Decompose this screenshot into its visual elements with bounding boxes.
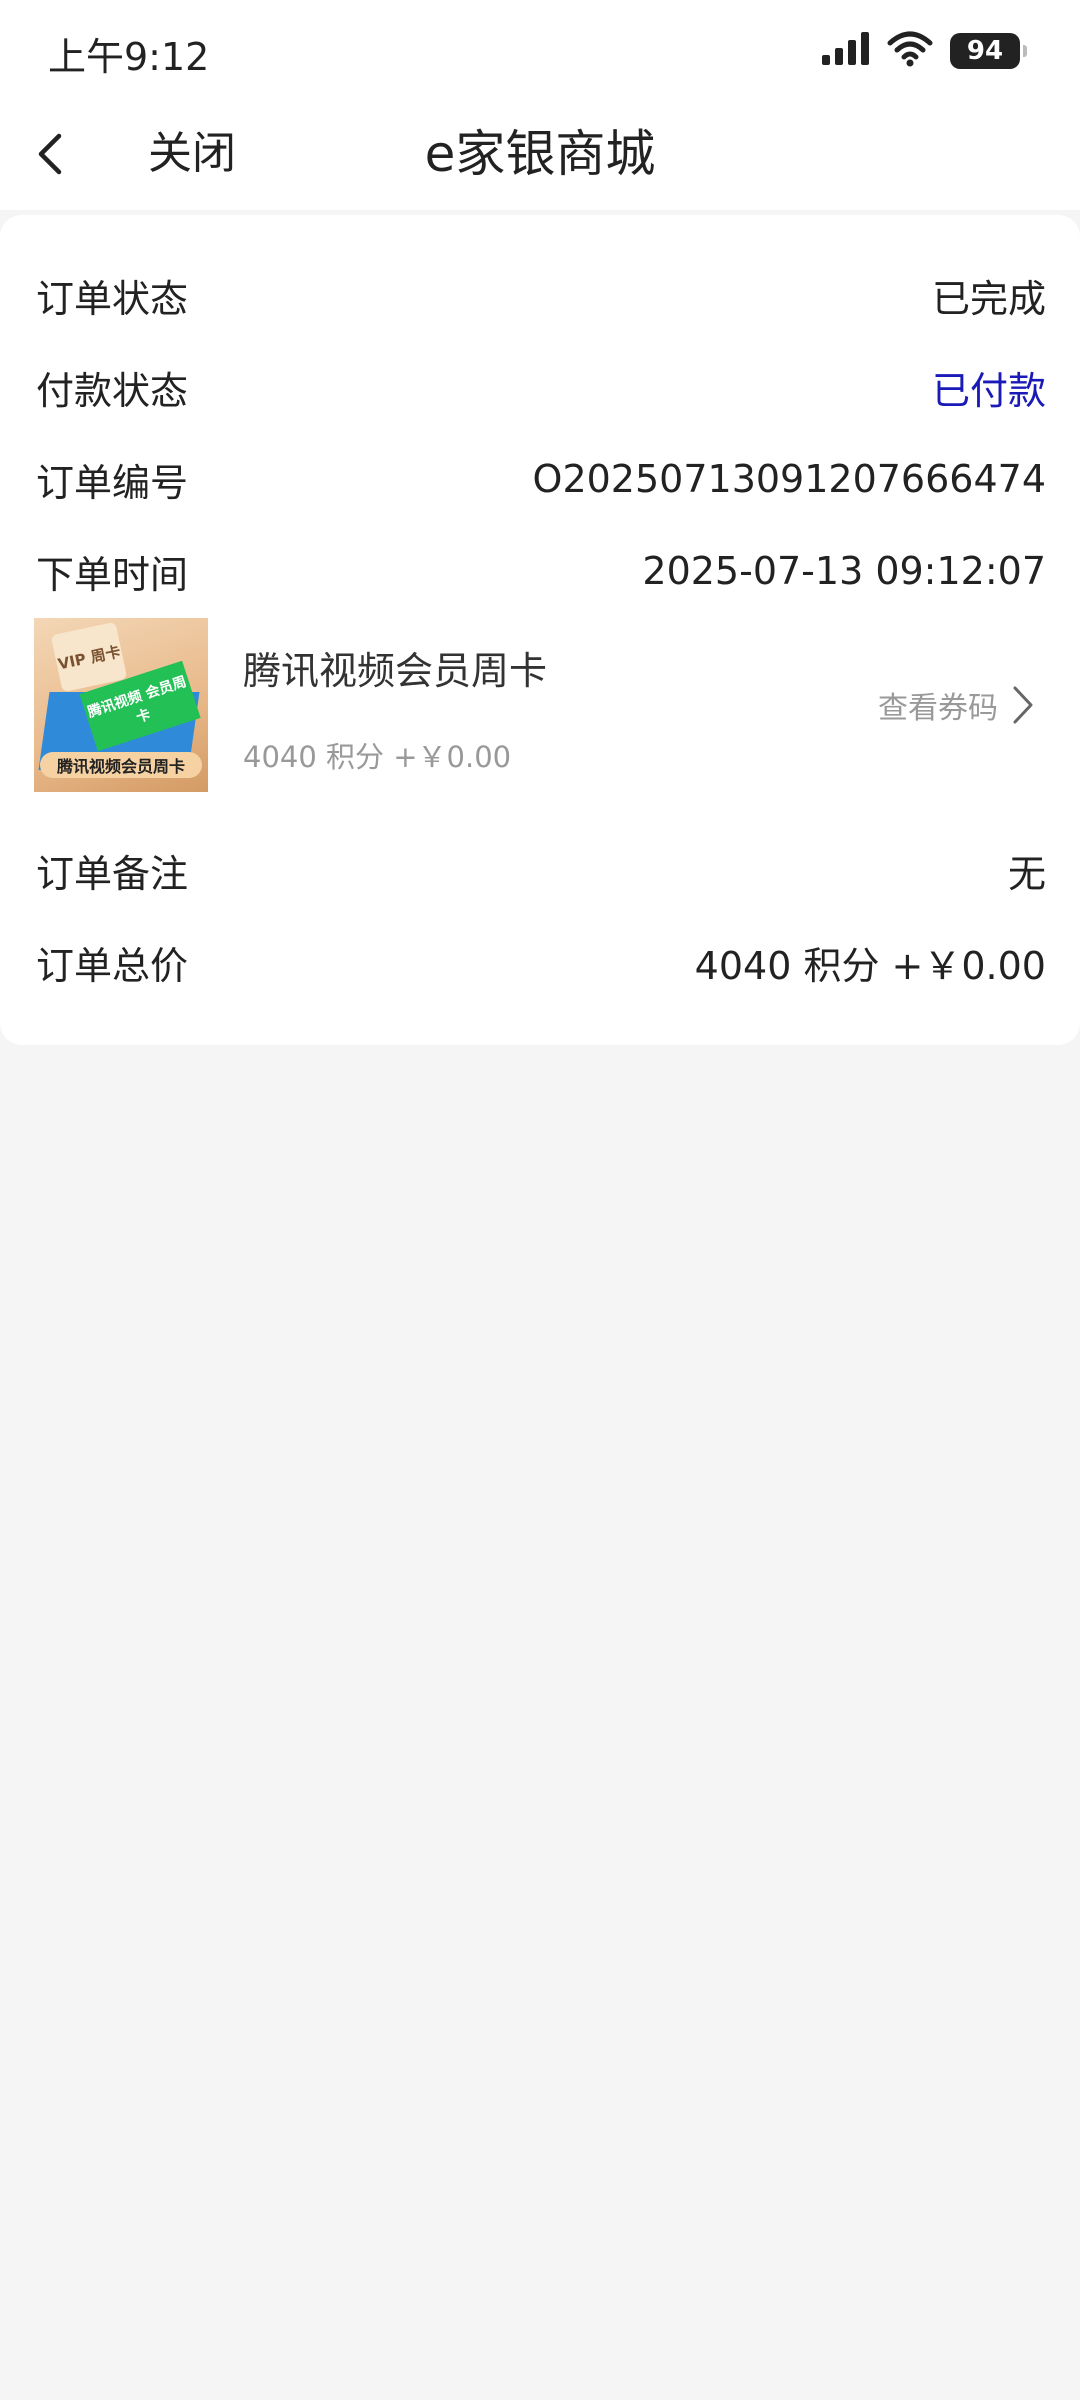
order-status-row: 订单状态 已完成 (36, 265, 1046, 325)
product-item: VIP 周卡 腾讯视频 会员周卡 腾讯视频会员周卡 腾讯视频会员周卡 4040 … (34, 618, 1046, 794)
order-number-row: 订单编号 O20250713091207666474 (36, 449, 1046, 509)
order-time-row: 下单时间 2025-07-13 09:12:07 (36, 541, 1046, 601)
order-detail-card: 订单状态 已完成 付款状态 已付款 订单编号 O2025071309120766… (0, 215, 1080, 1045)
order-remark-row: 订单备注 无 (36, 840, 1046, 900)
order-time-value: 2025-07-13 09:12:07 (642, 549, 1046, 593)
order-remark-label: 订单备注 (36, 851, 189, 896)
nav-bar: e家银商城 关闭 (0, 100, 1080, 210)
signal-icon (820, 31, 870, 71)
status-time: 上午9:12 (48, 35, 210, 79)
battery-icon: 94 (950, 33, 1027, 69)
product-thumbnail: VIP 周卡 腾讯视频 会员周卡 腾讯视频会员周卡 (34, 618, 208, 792)
order-status-label: 订单状态 (36, 276, 189, 321)
wifi-icon (886, 29, 934, 73)
order-time-label: 下单时间 (36, 552, 189, 597)
chevron-right-icon (1013, 686, 1033, 724)
thumb-banner: 腾讯视频会员周卡 (40, 752, 202, 778)
payment-status-row: 付款状态 已付款 (36, 357, 1046, 417)
order-total-value: 4040 积分 +￥0.00 (694, 943, 1046, 988)
back-button[interactable] (18, 122, 82, 186)
close-button[interactable]: 关闭 (148, 124, 236, 184)
chevron-left-icon (38, 133, 62, 175)
order-status-value: 已完成 (931, 276, 1046, 321)
product-price: 4040 积分 +￥0.00 (243, 740, 512, 774)
payment-status-label: 付款状态 (36, 368, 189, 413)
status-bar: 上午9:12 94 (0, 0, 1080, 100)
order-total-label: 订单总价 (36, 943, 189, 988)
order-number-value: O20250713091207666474 (532, 457, 1046, 501)
view-code-label: 查看券码 (878, 691, 998, 726)
order-total-row: 订单总价 4040 积分 +￥0.00 (36, 932, 1046, 992)
order-number-label: 订单编号 (36, 460, 189, 505)
view-code-button[interactable]: 查看券码 (878, 680, 1036, 730)
order-remark-value: 无 (1007, 851, 1046, 896)
payment-status-value: 已付款 (931, 368, 1046, 413)
status-icons: 94 (820, 29, 1027, 73)
product-name: 腾讯视频会员周卡 (243, 649, 548, 693)
